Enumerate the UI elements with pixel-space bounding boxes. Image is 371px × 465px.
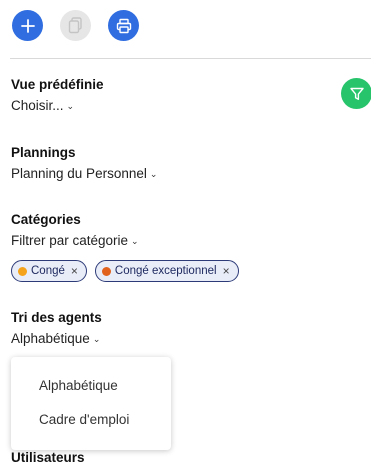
categories-dropdown[interactable]: Filtrer par catégorie ⌄ (11, 233, 139, 248)
sort-agents-section: Tri des agents Alphabétique ⌄ (11, 310, 102, 348)
filter-button[interactable] (341, 78, 371, 109)
preset-view-value: Choisir... (11, 98, 64, 113)
remove-chip-icon[interactable]: × (223, 264, 230, 278)
sort-agents-dropdown[interactable]: Alphabétique ⌄ (11, 331, 100, 346)
chevron-down-icon: ⌄ (66, 101, 75, 111)
chevron-down-icon: ⌄ (131, 236, 139, 246)
category-chip[interactable]: Congé × (11, 260, 87, 282)
plannings-value: Planning du Personnel (11, 166, 147, 181)
sort-agents-title: Tri des agents (11, 310, 102, 325)
printer-icon (116, 18, 131, 33)
categories-section: Catégories Filtrer par catégorie ⌄ (11, 212, 139, 250)
plannings-section: Plannings Planning du Personnel ⌄ (11, 145, 157, 183)
plus-icon (20, 18, 35, 33)
sort-option-alphabetique[interactable]: Alphabétique (39, 378, 118, 393)
category-chip[interactable]: Congé exceptionnel × (94, 260, 239, 282)
plannings-title: Plannings (11, 145, 76, 160)
category-color-dot (18, 266, 27, 276)
add-button[interactable] (12, 10, 43, 41)
chevron-down-icon: ⌄ (92, 334, 101, 344)
toolbar (12, 10, 139, 41)
toolbar-divider (10, 58, 371, 59)
print-button[interactable] (108, 10, 139, 41)
plannings-dropdown[interactable]: Planning du Personnel ⌄ (11, 166, 157, 181)
users-title: Utilisateurs (11, 450, 85, 465)
chevron-down-icon: ⌄ (149, 169, 158, 179)
copy-icon (68, 17, 82, 34)
category-chip-label: Congé (31, 265, 65, 277)
copy-button[interactable] (60, 10, 91, 41)
remove-chip-icon[interactable]: × (71, 264, 78, 278)
category-chips: Congé × Congé exceptionnel × (11, 260, 239, 282)
preset-view-section: Vue prédéfinie Choisir... ⌄ (11, 77, 104, 115)
category-color-dot (101, 266, 111, 276)
categories-title: Catégories (11, 212, 81, 227)
sort-option-cadre-emploi[interactable]: Cadre d'emploi (39, 412, 129, 427)
sort-agents-menu: Alphabétique Cadre d'emploi (11, 357, 171, 450)
preset-view-dropdown[interactable]: Choisir... ⌄ (11, 98, 74, 113)
sort-agents-value: Alphabétique (11, 331, 90, 346)
category-chip-label: Congé exceptionnel (114, 265, 217, 277)
filter-icon (349, 87, 364, 100)
categories-value: Filtrer par catégorie (11, 233, 129, 248)
preset-view-title: Vue prédéfinie (11, 77, 104, 92)
